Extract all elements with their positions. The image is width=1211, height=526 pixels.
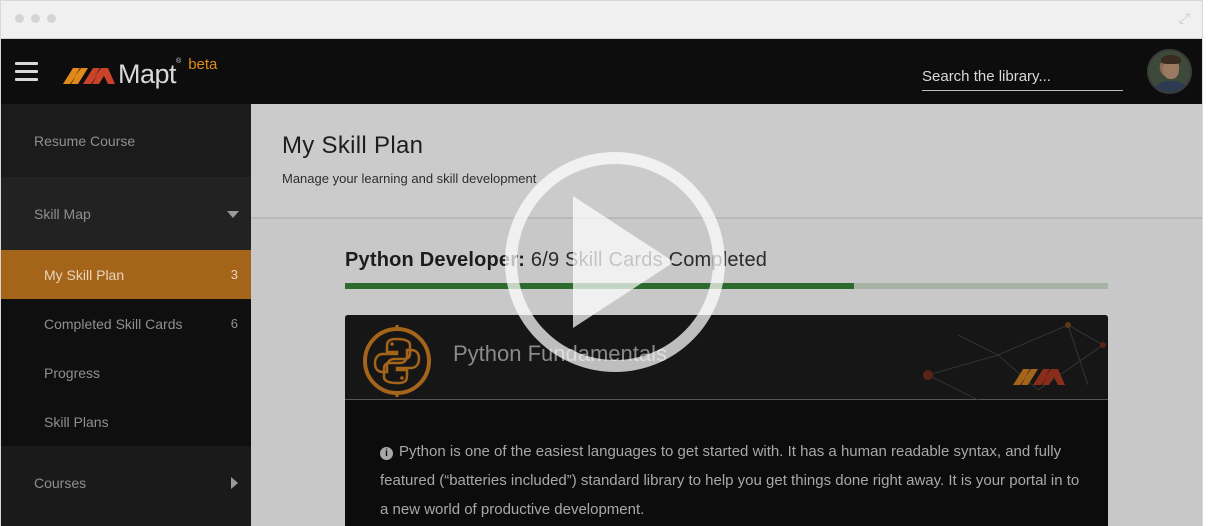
python-logo-icon [363,325,431,397]
sidebar-item-label: Resume Course [34,132,136,149]
main-content: My Skill Plan Manage your learning and s… [251,104,1202,526]
sidebar-item-label: Completed Skill Cards [44,315,183,332]
mapt-logo[interactable]: Mapt ® beta [63,56,217,88]
window-titlebar: ⤢ [1,1,1202,39]
close-dot-icon[interactable] [15,14,24,23]
chevron-right-icon [231,477,238,489]
skill-card-description: i Python is one of the easiest languages … [380,437,1080,524]
sidebar-item-label: My Skill Plan [44,266,125,283]
maximize-dot-icon[interactable] [47,14,56,23]
beta-badge: beta [188,56,218,73]
play-icon[interactable] [503,150,727,374]
skill-card-description-text: Python is one of the easiest languages t… [380,443,1080,518]
sidebar-item-label: Courses [34,474,87,491]
chevron-down-icon [227,211,239,218]
mapt-network-decoration-icon [923,322,1106,400]
info-icon: i [380,447,393,460]
page-title: My Skill Plan [282,132,424,159]
sidebar: Resume Course Skill Map My Skill Plan 3 … [1,104,251,526]
sidebar-item-skill-plans[interactable]: Skill Plans [1,397,251,446]
sidebar-item-my-skill-plan[interactable]: My Skill Plan 3 [1,250,251,299]
menu-icon[interactable] [15,62,38,81]
sidebar-item-skill-map[interactable]: Skill Map [1,177,251,250]
brand-name: Mapt [118,59,177,89]
sidebar-item-courses[interactable]: Courses [1,446,251,519]
sidebar-item-progress[interactable]: Progress [1,348,251,397]
search-input[interactable] [922,63,1123,90]
mapt-logo-mark-icon [63,68,115,84]
search-box [922,63,1123,91]
sidebar-item-resume-course[interactable]: Resume Course [1,104,251,177]
registered-mark: ® [176,58,182,65]
sidebar-item-count: 6 [230,316,238,331]
skill-path-name: Python Developer: [345,249,526,271]
minimize-dot-icon[interactable] [31,14,40,23]
page-header: My Skill Plan Manage your learning and s… [251,104,1202,219]
sidebar-item-completed-skill-cards[interactable]: Completed Skill Cards 6 [1,299,251,348]
user-avatar[interactable] [1147,49,1192,94]
page-subtitle: Manage your learning and skill developme… [282,171,537,186]
window-controls [15,14,56,23]
expand-icon[interactable]: ⤢ [1179,10,1190,27]
sidebar-item-label: Skill Map [34,205,91,222]
sidebar-item-label: Skill Plans [44,413,109,430]
sidebar-item-count: 3 [230,267,238,282]
sidebar-item-label: Progress [44,364,101,381]
app-header: Mapt ® beta [1,39,1202,104]
